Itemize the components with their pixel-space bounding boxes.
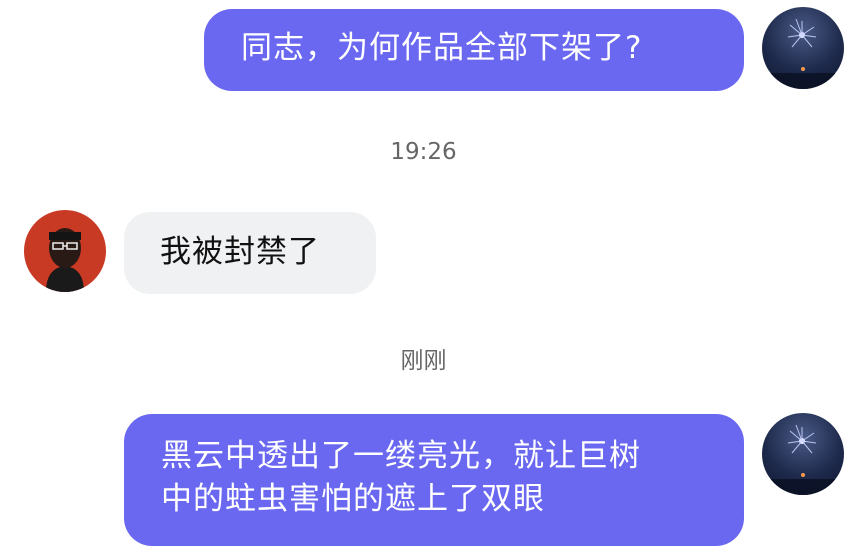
user-avatar[interactable]	[762, 413, 844, 495]
contact-avatar[interactable]	[24, 210, 106, 292]
user-avatar[interactable]	[762, 7, 844, 89]
message-text-line: 黑云中透出了一缕亮光，就让巨树	[161, 438, 641, 474]
message-text: 同志，为何作品全部下架了?	[241, 30, 643, 66]
timestamp: 19:26	[390, 139, 457, 165]
chat-conversation: 同志，为何作品全部下架了? 19:26 我被封禁了 刚刚 黑云中透出了一缕亮光，…	[0, 0, 847, 555]
message-text: 我被封禁了	[160, 234, 320, 270]
message-bubble-outgoing[interactable]: 同志，为何作品全部下架了?	[204, 9, 744, 91]
message-bubble-incoming[interactable]: 我被封禁了	[124, 212, 376, 294]
message-bubble-outgoing[interactable]: 黑云中透出了一缕亮光，就让巨树 中的蛀虫害怕的遮上了双眼	[124, 414, 744, 546]
timestamp: 刚刚	[400, 348, 447, 374]
fireworks-avatar-icon	[762, 18, 844, 89]
portrait-avatar-icon	[46, 228, 84, 292]
message-text-line: 中的蛀虫害怕的遮上了双眼	[161, 481, 545, 517]
fireworks-avatar-icon	[762, 424, 844, 495]
